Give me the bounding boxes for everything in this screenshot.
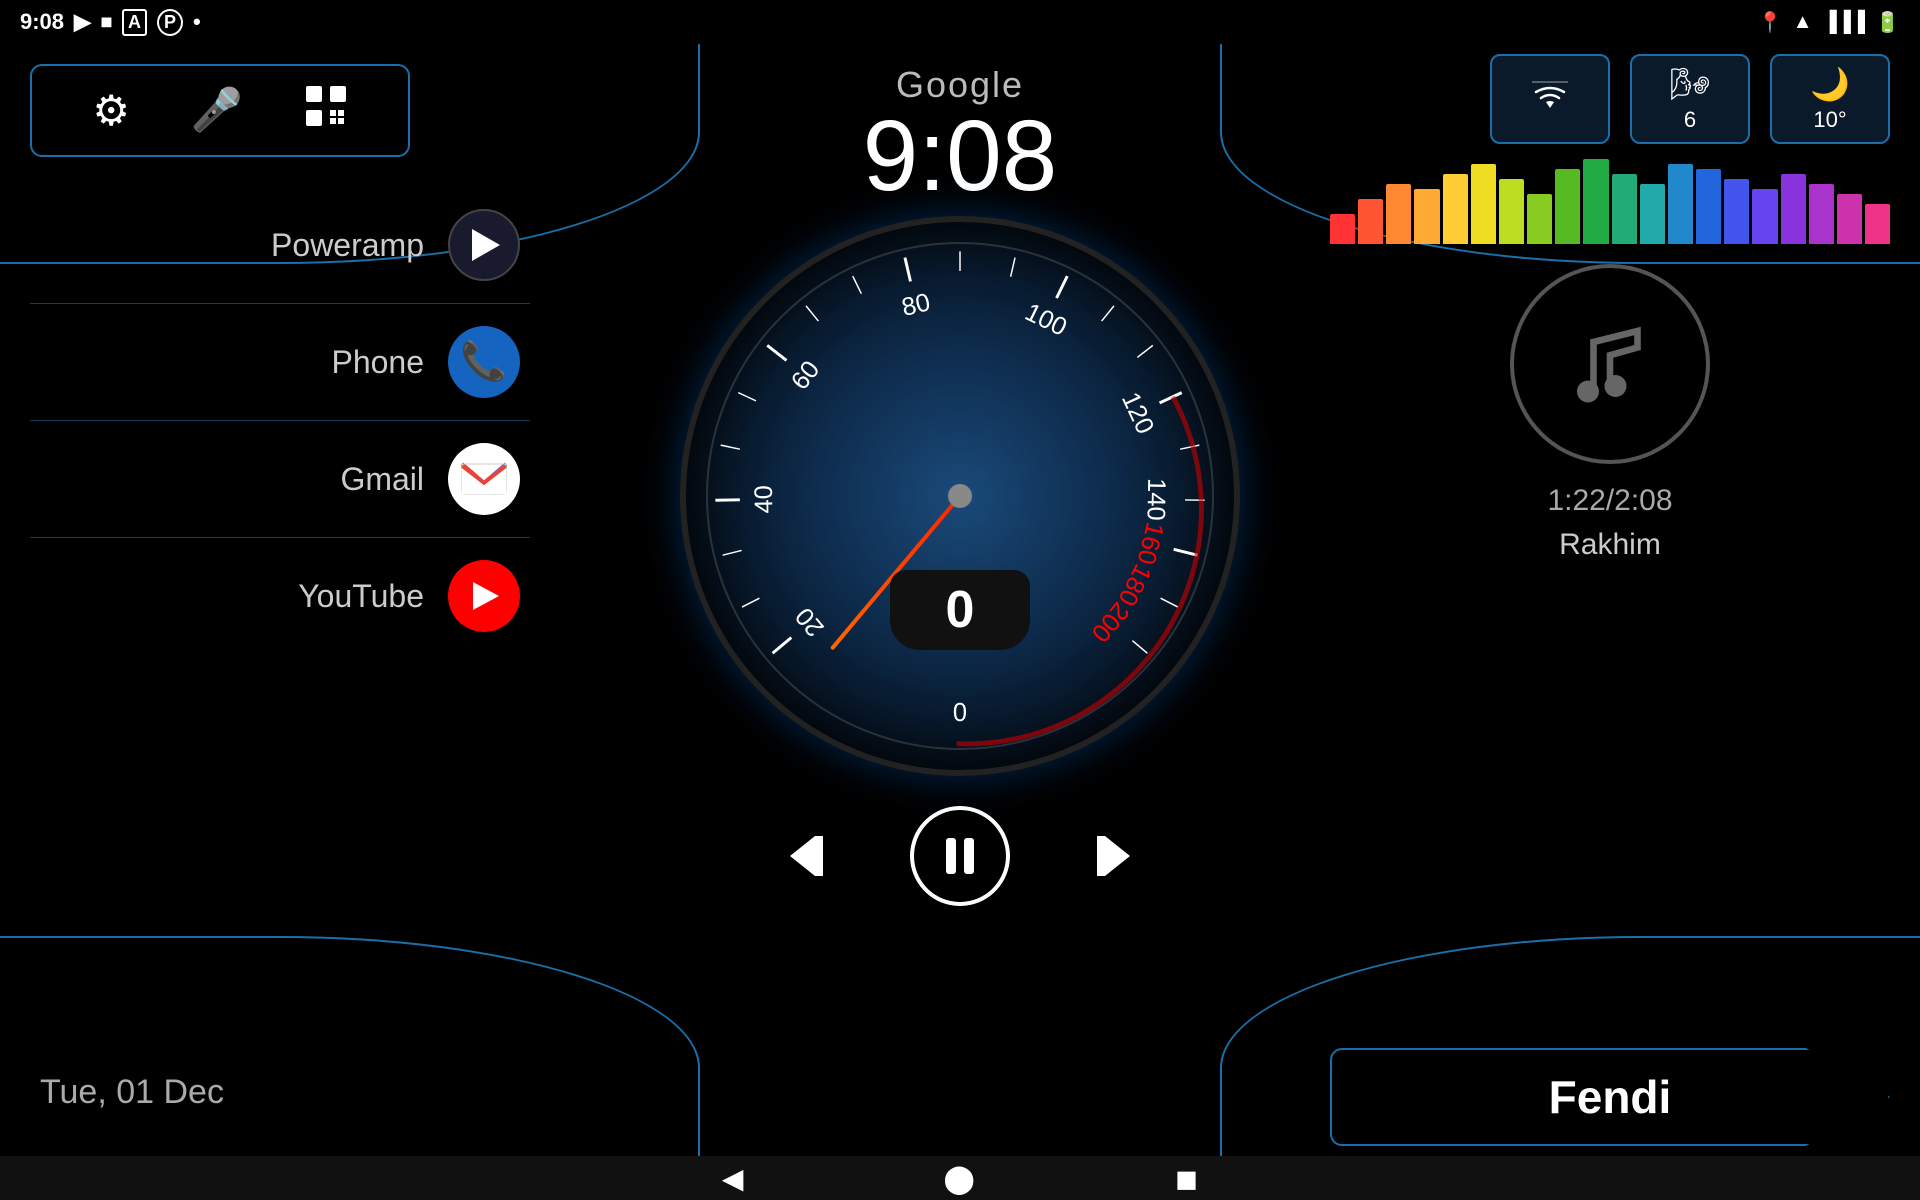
eq-bar: [1668, 164, 1693, 244]
speedo-face: 20 40 60 80 100 120 140 160 180 200 0 0: [680, 216, 1240, 776]
pause-bar-right: [964, 838, 974, 874]
prev-button[interactable]: [780, 821, 850, 891]
right-panel: 🌬 6 🌙 10° 1:22/2:08 Rakhim Fendi: [1300, 44, 1920, 1156]
status-time: 9:08: [20, 9, 64, 35]
svg-text:100: 100: [1021, 298, 1071, 342]
poweramp-label: Poweramp: [271, 227, 424, 264]
gmail-icon: [448, 443, 520, 515]
a-status-icon: A: [122, 9, 147, 36]
status-left: 9:08 ▶ ⏹ A P •: [20, 9, 201, 36]
app-item-phone[interactable]: Phone 📞: [30, 304, 530, 421]
location-icon: 📍: [1758, 10, 1783, 35]
eq-bar: [1809, 184, 1834, 244]
pause-icon: [946, 838, 974, 874]
svg-text:120: 120: [1116, 388, 1159, 438]
youtube-label: YouTube: [298, 578, 424, 615]
eq-bar: [1330, 214, 1355, 244]
svg-text:160: 160: [1131, 519, 1168, 567]
eq-bar: [1752, 189, 1777, 244]
eq-bar: [1781, 174, 1806, 244]
media-controls: [780, 806, 1140, 906]
eq-bar: [1443, 174, 1468, 244]
pause-button[interactable]: [910, 806, 1010, 906]
song-title: Fendi: [1549, 1071, 1672, 1123]
eq-bar: [1696, 169, 1721, 244]
play-status-icon: ▶: [74, 9, 91, 35]
weather-temp: 10°: [1813, 107, 1846, 133]
apps-grid-icon[interactable]: [304, 84, 348, 137]
next-button[interactable]: [1070, 821, 1140, 891]
pause-bar-left: [946, 838, 956, 874]
svg-text:0: 0: [953, 699, 967, 727]
eq-bar: [1471, 164, 1496, 244]
back-button[interactable]: ◀: [722, 1162, 744, 1195]
music-icon-large[interactable]: [1510, 264, 1710, 464]
svg-text:80: 80: [899, 288, 933, 322]
center-panel: Google 9:08: [570, 44, 1350, 906]
mic-icon[interactable]: 🎤: [191, 86, 243, 135]
app-list: Poweramp Phone 📞 Gmail: [30, 187, 530, 1049]
p-status-icon: P: [157, 9, 183, 36]
eq-bar: [1640, 184, 1665, 244]
time-display: 9:08: [863, 106, 1058, 206]
status-icons-row: 🌬 6 🌙 10°: [1330, 54, 1890, 144]
gmail-label: Gmail: [340, 461, 424, 498]
eq-bar: [1583, 159, 1608, 244]
speedo-center-dot: [948, 484, 972, 508]
eq-bar: [1612, 174, 1637, 244]
equalizer: [1330, 164, 1890, 244]
phone-label: Phone: [331, 344, 424, 381]
battery-icon: 🔋: [1875, 10, 1900, 35]
wind-icon: 🌬: [1670, 65, 1711, 103]
dot-status-icon: •: [193, 9, 201, 35]
eq-bar: [1414, 189, 1439, 244]
speedometer: 20 40 60 80 100 120 140 160 180 200 0 0: [680, 216, 1240, 776]
svg-text:140: 140: [1141, 478, 1170, 521]
left-panel: ⚙ 🎤 Poweramp Phone 📞 Gmail: [0, 44, 560, 1156]
moon-icon: 🌙: [1810, 65, 1850, 103]
svg-text:40: 40: [750, 485, 778, 514]
nav-bar: ◀ ⬤ ◼: [0, 1156, 1920, 1200]
signal-icon: ▐▐▐: [1823, 11, 1866, 34]
wifi-status-hex[interactable]: [1490, 54, 1610, 144]
eq-bar: [1865, 204, 1890, 244]
wind-status-hex[interactable]: 🌬 6: [1630, 54, 1750, 144]
status-right: 📍 ▲ ▐▐▐ 🔋: [1758, 10, 1900, 35]
toolbar: ⚙ 🎤: [30, 64, 410, 157]
youtube-icon: [448, 560, 520, 632]
eq-bar: [1724, 179, 1749, 244]
wifi-status-icon: [1530, 80, 1570, 118]
date-display: Tue, 01 Dec: [30, 1049, 530, 1136]
eq-bar: [1527, 194, 1552, 244]
weather-status-hex[interactable]: 🌙 10°: [1770, 54, 1890, 144]
eq-bar: [1837, 194, 1862, 244]
eq-bar: [1358, 199, 1383, 244]
app-item-poweramp[interactable]: Poweramp: [30, 187, 530, 304]
song-title-box[interactable]: Fendi: [1330, 1048, 1890, 1146]
wifi-icon: ▲: [1793, 11, 1813, 34]
app-item-gmail[interactable]: Gmail: [30, 421, 530, 538]
recents-button[interactable]: ◼: [1175, 1162, 1198, 1195]
poweramp-icon: [448, 209, 520, 281]
phone-icon: 📞: [448, 326, 520, 398]
svg-text:20: 20: [790, 602, 830, 642]
status-bar: 9:08 ▶ ⏹ A P • 📍 ▲ ▐▐▐ 🔋: [0, 0, 1920, 44]
track-artist: Rakhim: [1330, 528, 1890, 562]
eq-bar: [1499, 179, 1524, 244]
wind-value: 6: [1684, 107, 1696, 133]
speed-readout: 0: [890, 570, 1030, 650]
eq-bar: [1386, 184, 1411, 244]
eq-bar: [1555, 169, 1580, 244]
svg-text:60: 60: [786, 356, 825, 396]
app-item-youtube[interactable]: YouTube: [30, 538, 530, 654]
track-time: 1:22/2:08: [1330, 484, 1890, 518]
settings-icon[interactable]: ⚙: [92, 86, 130, 135]
home-button[interactable]: ⬤: [943, 1162, 974, 1195]
stop-status-icon: ⏹: [101, 9, 112, 35]
